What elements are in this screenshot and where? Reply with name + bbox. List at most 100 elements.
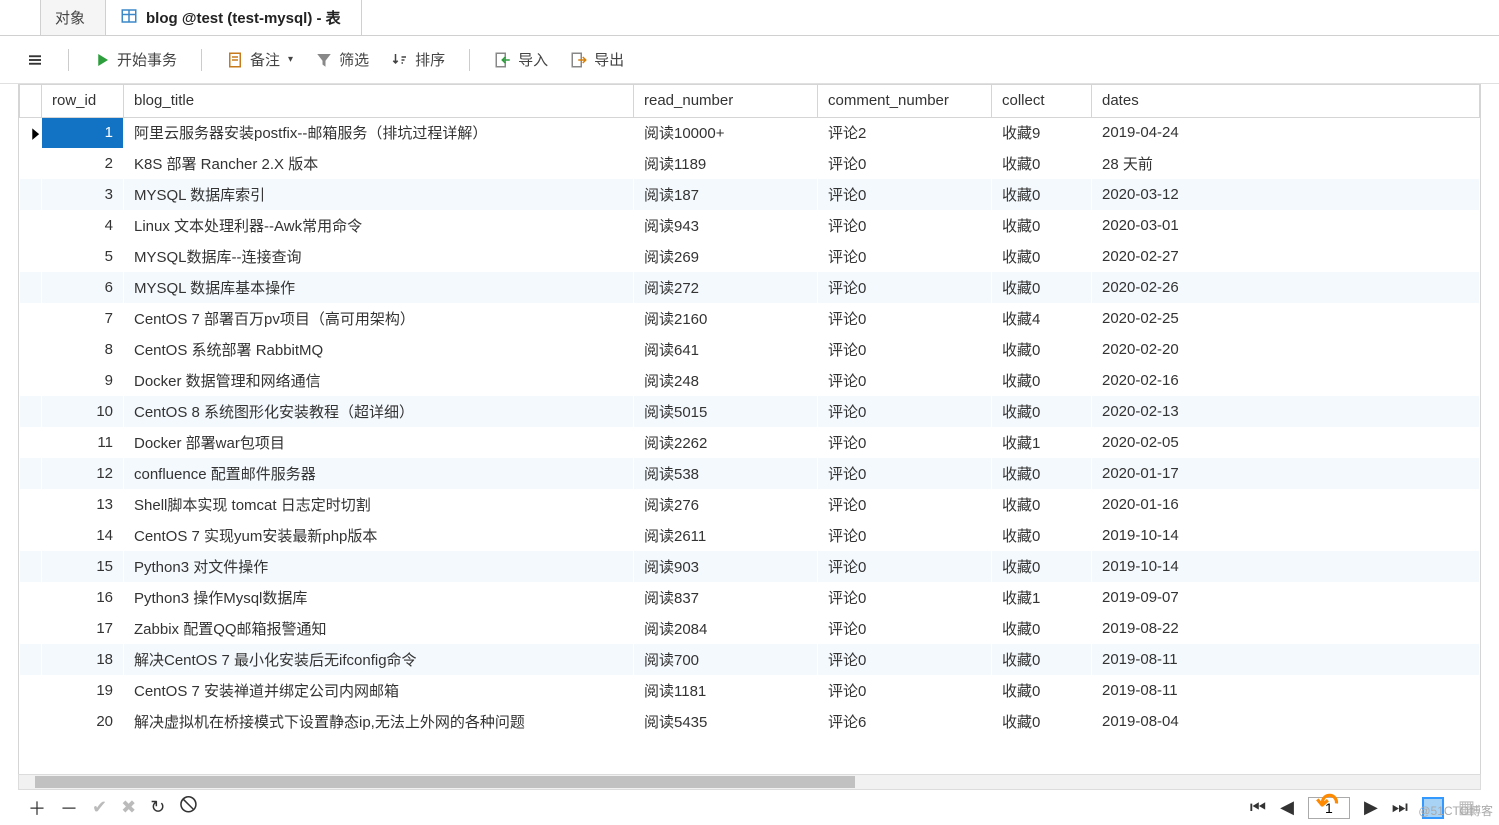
remove-row-button[interactable]: － xyxy=(60,795,78,821)
cell-id[interactable]: 1 xyxy=(42,117,124,148)
cell-id[interactable]: 13 xyxy=(42,489,124,520)
table-row[interactable]: 3MYSQL 数据库索引阅读187评论0收藏02020-03-12 xyxy=(20,179,1480,210)
cell-date[interactable]: 2020-02-25 xyxy=(1092,303,1480,334)
col-row-id[interactable]: row_id xyxy=(42,85,124,117)
cell-coll[interactable]: 收藏0 xyxy=(992,334,1092,365)
table-row[interactable]: 20解决虚拟机在桥接模式下设置静态ip,无法上外网的各种问题阅读5435评论6收… xyxy=(20,706,1480,737)
cell-id[interactable]: 8 xyxy=(42,334,124,365)
cell-comm[interactable]: 评论6 xyxy=(818,706,992,737)
table-row[interactable]: 13Shell脚本实现 tomcat 日志定时切割阅读276评论0收藏02020… xyxy=(20,489,1480,520)
cell-title[interactable]: MYSQL 数据库基本操作 xyxy=(124,272,634,303)
cell-id[interactable]: 4 xyxy=(42,210,124,241)
cell-coll[interactable]: 收藏0 xyxy=(992,675,1092,706)
tab-blog-table[interactable]: blog @test (test-mysql) - 表 xyxy=(105,0,362,35)
tab-objects[interactable]: 对象 xyxy=(40,0,106,35)
cell-date[interactable]: 2019-10-14 xyxy=(1092,551,1480,582)
table-row[interactable]: 9Docker 数据管理和网络通信阅读248评论0收藏02020-02-16 xyxy=(20,365,1480,396)
cell-coll[interactable]: 收藏0 xyxy=(992,458,1092,489)
cell-comm[interactable]: 评论0 xyxy=(818,582,992,613)
menu-button[interactable] xyxy=(20,47,50,73)
cell-date[interactable]: 2019-08-11 xyxy=(1092,675,1480,706)
cell-comm[interactable]: 评论0 xyxy=(818,365,992,396)
cell-title[interactable]: 解决虚拟机在桥接模式下设置静态ip,无法上外网的各种问题 xyxy=(124,706,634,737)
cell-title[interactable]: 解决CentOS 7 最小化安装后无ifconfig命令 xyxy=(124,644,634,675)
cell-read[interactable]: 阅读2611 xyxy=(634,520,818,551)
cell-id[interactable]: 19 xyxy=(42,675,124,706)
cell-id[interactable]: 12 xyxy=(42,458,124,489)
cell-id[interactable]: 20 xyxy=(42,706,124,737)
cell-comm[interactable]: 评论0 xyxy=(818,210,992,241)
cell-title[interactable]: CentOS 7 实现yum安装最新php版本 xyxy=(124,520,634,551)
memo-button[interactable]: 备注▾ xyxy=(220,45,299,74)
cell-comm[interactable]: 评论0 xyxy=(818,241,992,272)
cell-id[interactable]: 16 xyxy=(42,582,124,613)
table-row[interactable]: 11Docker 部署war包项目阅读2262评论0收藏12020-02-05 xyxy=(20,427,1480,458)
cell-date[interactable]: 2020-02-26 xyxy=(1092,272,1480,303)
col-dates[interactable]: dates xyxy=(1092,85,1480,117)
cell-coll[interactable]: 收藏1 xyxy=(992,582,1092,613)
cell-coll[interactable]: 收藏0 xyxy=(992,396,1092,427)
scrollbar-thumb[interactable] xyxy=(35,776,855,788)
cell-read[interactable]: 阅读2084 xyxy=(634,613,818,644)
table-row[interactable]: 17Zabbix 配置QQ邮箱报警通知阅读2084评论0收藏02019-08-2… xyxy=(20,613,1480,644)
cell-read[interactable]: 阅读269 xyxy=(634,241,818,272)
cell-read[interactable]: 阅读276 xyxy=(634,489,818,520)
cell-title[interactable]: Docker 部署war包项目 xyxy=(124,427,634,458)
last-page-button[interactable]: ⏭ xyxy=(1392,797,1408,818)
next-page-button[interactable]: ▶ xyxy=(1364,797,1378,818)
cell-title[interactable]: MYSQL数据库--连接查询 xyxy=(124,241,634,272)
cell-read[interactable]: 阅读1181 xyxy=(634,675,818,706)
table-row[interactable]: 2K8S 部署 Rancher 2.X 版本阅读1189评论0收藏028 天前 xyxy=(20,148,1480,179)
cell-date[interactable]: 2020-01-16 xyxy=(1092,489,1480,520)
table-row[interactable]: 6MYSQL 数据库基本操作阅读272评论0收藏02020-02-26 xyxy=(20,272,1480,303)
cell-id[interactable]: 9 xyxy=(42,365,124,396)
import-button[interactable]: 导入 xyxy=(488,45,554,74)
cell-id[interactable]: 7 xyxy=(42,303,124,334)
cell-id[interactable]: 10 xyxy=(42,396,124,427)
cell-read[interactable]: 阅读903 xyxy=(634,551,818,582)
cell-read[interactable]: 阅读641 xyxy=(634,334,818,365)
cell-title[interactable]: CentOS 8 系统图形化安装教程（超详细） xyxy=(124,396,634,427)
table-row[interactable]: ▶1阿里云服务器安装postfix--邮箱服务（排坑过程详解）阅读10000+评… xyxy=(20,117,1480,148)
cell-id[interactable]: 17 xyxy=(42,613,124,644)
cell-coll[interactable]: 收藏4 xyxy=(992,303,1092,334)
cell-read[interactable]: 阅读700 xyxy=(634,644,818,675)
table-row[interactable]: 10CentOS 8 系统图形化安装教程（超详细）阅读5015评论0收藏0202… xyxy=(20,396,1480,427)
page-input[interactable] xyxy=(1308,797,1350,819)
cell-read[interactable]: 阅读248 xyxy=(634,365,818,396)
cell-read[interactable]: 阅读2262 xyxy=(634,427,818,458)
cell-coll[interactable]: 收藏0 xyxy=(992,241,1092,272)
cell-comm[interactable]: 评论0 xyxy=(818,675,992,706)
cell-coll[interactable]: 收藏0 xyxy=(992,551,1092,582)
cell-id[interactable]: 18 xyxy=(42,644,124,675)
cell-date[interactable]: 2019-08-04 xyxy=(1092,706,1480,737)
cell-title[interactable]: confluence 配置邮件服务器 xyxy=(124,458,634,489)
horizontal-scrollbar[interactable] xyxy=(18,774,1481,790)
cell-comm[interactable]: 评论0 xyxy=(818,396,992,427)
cell-comm[interactable]: 评论0 xyxy=(818,179,992,210)
cell-coll[interactable]: 收藏0 xyxy=(992,179,1092,210)
cell-comm[interactable]: 评论0 xyxy=(818,334,992,365)
cell-title[interactable]: Linux 文本处理利器--Awk常用命令 xyxy=(124,210,634,241)
table-row[interactable]: 12confluence 配置邮件服务器阅读538评论0收藏02020-01-1… xyxy=(20,458,1480,489)
cell-read[interactable]: 阅读1189 xyxy=(634,148,818,179)
cell-id[interactable]: 2 xyxy=(42,148,124,179)
col-comment[interactable]: comment_number xyxy=(818,85,992,117)
table-row[interactable]: 14CentOS 7 实现yum安装最新php版本阅读2611评论0收藏0201… xyxy=(20,520,1480,551)
cell-id[interactable]: 11 xyxy=(42,427,124,458)
cell-comm[interactable]: 评论0 xyxy=(818,303,992,334)
refresh-button[interactable]: ↻ xyxy=(150,797,165,818)
data-grid[interactable]: row_id blog_title read_number comment_nu… xyxy=(18,84,1481,790)
cell-date[interactable]: 2019-08-11 xyxy=(1092,644,1480,675)
cell-date[interactable]: 2019-09-07 xyxy=(1092,582,1480,613)
start-transaction-button[interactable]: 开始事务 xyxy=(87,45,183,74)
cell-read[interactable]: 阅读837 xyxy=(634,582,818,613)
cell-coll[interactable]: 收藏0 xyxy=(992,272,1092,303)
cell-title[interactable]: Python3 对文件操作 xyxy=(124,551,634,582)
cell-coll[interactable]: 收藏0 xyxy=(992,613,1092,644)
cell-comm[interactable]: 评论0 xyxy=(818,644,992,675)
cell-comm[interactable]: 评论0 xyxy=(818,489,992,520)
table-row[interactable]: 7CentOS 7 部署百万pv项目（高可用架构）阅读2160评论0收藏4202… xyxy=(20,303,1480,334)
cell-title[interactable]: CentOS 7 安装禅道并绑定公司内网邮箱 xyxy=(124,675,634,706)
cell-date[interactable]: 2020-03-01 xyxy=(1092,210,1480,241)
